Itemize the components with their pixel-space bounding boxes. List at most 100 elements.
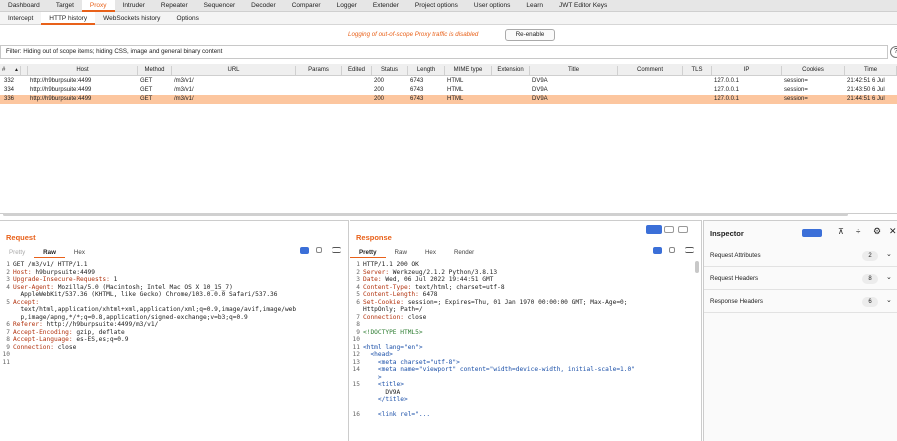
request-line: 6 Referer: http://h9burpsuite:4499/m3/v1/ [0,321,338,329]
column-header-title[interactable]: Title [530,66,618,75]
chevron-down-icon[interactable]: ⌄ [886,273,892,281]
response-line: 16 <link rel="... [350,411,691,419]
line-number: 11 [352,343,360,351]
table-cell-mime-type: HTML [447,87,464,93]
inspector-section[interactable]: Response Headers 6 ⌄ [704,291,897,313]
tab-proxy[interactable]: Proxy [81,0,115,12]
layout-toggle-icon[interactable] [802,229,822,237]
help-icon[interactable]: ? [890,46,897,58]
column-header-cookies[interactable]: Cookies [782,66,845,75]
header-value: close [53,343,77,351]
table-row[interactable]: 336 http://h9burpsuite:4499 GET/m3/v1/200 6… [0,95,897,104]
tab-logger[interactable]: Logger [329,0,365,12]
vertical-view-icon[interactable] [678,226,688,233]
column-header-status[interactable]: Status [372,66,408,75]
line-number: 1 [356,261,360,268]
line-number: 3 [356,276,360,283]
request-line: 7 Accept-Encoding: gzip, deflate [0,329,338,337]
tab-extender[interactable]: Extender [365,0,407,12]
response-line: 7 Connection: close [350,314,691,322]
column-header-time[interactable]: Time [845,66,897,75]
header-name: Accept: [13,298,40,306]
column-header-method[interactable]: Method [138,66,172,75]
request-tab-raw[interactable]: Raw [34,248,65,258]
menu-icon[interactable] [685,247,694,253]
tab-websockets-history[interactable]: WebSockets history [95,12,168,25]
response-tab-raw[interactable]: Raw [386,248,416,258]
tab-options[interactable]: Options [168,12,206,25]
column-header-edited[interactable]: Edited [342,66,372,75]
tab-project-options[interactable]: Project options [407,0,466,12]
tab-user-options[interactable]: User options [466,0,519,12]
line-number: 16 [352,411,360,418]
table-cell-mime-type: HTML [447,78,464,84]
newline-toggle-icon[interactable] [316,247,322,253]
tab-intercept[interactable]: Intercept [0,12,41,25]
tab-learn[interactable]: Learn [518,0,551,12]
split-view-icon[interactable] [646,225,662,234]
column-header-mime-type[interactable]: MIME type [445,66,492,75]
table-row[interactable]: 332 http://h9burpsuite:4499 GET/m3/v1/200 6… [0,77,897,86]
align-icon[interactable]: ÷ [856,227,860,236]
tab-intruder[interactable]: Intruder [115,0,153,12]
table-cell-comment [620,77,683,86]
sort-icon[interactable]: ⊼ [838,227,844,236]
table-cell-time: 21:42:51 6 Jul [847,78,885,84]
request-editor[interactable]: 1 GET /m3/v1/ HTTP/1.1 2 Host: h9burpsuite:… [0,261,338,366]
inspector-section-count: 2 [862,251,878,261]
table-scrollbar[interactable] [0,212,897,216]
tab-jwt-editor-keys[interactable]: JWT Editor Keys [551,0,615,12]
pretty-toggle-icon[interactable] [653,247,662,254]
response-tab-hex[interactable]: Hex [416,248,445,258]
code-text: <meta charset="utf-8"> [363,358,460,366]
table-cell-host: http://h9burpsuite:4499 [30,87,92,93]
tab-dashboard[interactable]: Dashboard [0,0,48,12]
header-value: close [403,313,427,321]
response-line: 4 Content-Type: text/html; charset=utf-8 [350,284,691,292]
line-number: 9 [356,328,360,336]
column-header-params[interactable]: Params [296,66,342,75]
response-tab-pretty[interactable]: Pretty [350,248,386,258]
chevron-down-icon[interactable]: ⌄ [886,250,892,258]
inspector-section[interactable]: Request Headers 8 ⌄ [704,268,897,290]
column-header-host[interactable]: Host [28,66,138,75]
menu-icon[interactable] [332,247,341,253]
line-number: 8 [356,321,360,328]
chevron-down-icon[interactable]: ⌄ [886,296,892,304]
header-name: Content-Type: [363,283,412,291]
pretty-toggle-icon[interactable] [300,247,309,254]
tab-decoder[interactable]: Decoder [243,0,284,12]
request-title: Request [6,233,36,242]
tab-sequencer[interactable]: Sequencer [196,0,243,12]
column-header-url[interactable]: URL [172,66,296,75]
response-tab-render[interactable]: Render [445,248,483,258]
tab-repeater[interactable]: Repeater [153,0,196,12]
re-enable-button[interactable]: Re-enable [505,29,555,41]
response-scrollbar[interactable] [695,261,699,273]
inspector-section[interactable]: Request Attributes 2 ⌄ [704,245,897,267]
tab-http-history[interactable]: HTTP history [41,12,96,25]
column-header-length[interactable]: Length [408,66,445,75]
table-row[interactable]: 334 http://h9burpsuite:4499 GET/m3/v1/200 6… [0,86,897,95]
filter-bar[interactable]: Filter: Hiding out of scope items; hidin… [0,45,888,59]
tab-target[interactable]: Target [48,0,82,12]
table-cell-edited [344,86,372,95]
horizontal-view-icon[interactable] [664,226,674,233]
tab-comparer[interactable]: Comparer [284,0,329,12]
response-line: 3 Date: Wed, 06 Jul 2022 19:44:51 GMT [350,276,691,284]
newline-toggle-icon[interactable] [669,247,675,253]
column-header-extension[interactable]: Extension [492,66,530,75]
request-tab-hex[interactable]: Hex [65,248,94,258]
close-icon[interactable]: ✕ [889,226,897,237]
table-header: # Host Method URL Params Edited Status Length MI… [0,64,897,76]
notice-message: Logging of out-of-scope Proxy traffic is… [348,31,479,38]
request-tab-pretty[interactable]: Pretty [0,248,34,258]
response-line: 8 [350,321,691,329]
column-header-comment[interactable]: Comment [618,66,683,75]
settings-icon[interactable]: ⚙ [873,226,881,237]
column-header-ip[interactable]: IP [712,66,782,75]
response-line: 14 <meta name="viewport" content="width=… [350,366,691,374]
response-editor[interactable]: 1 HTTP/1.1 200 OK 2 Server: Werkzeug/2.1.2 … [350,261,691,419]
table-cell-ip: 127.0.0.1 [714,96,740,102]
column-header-tls[interactable]: TLS [683,66,712,75]
